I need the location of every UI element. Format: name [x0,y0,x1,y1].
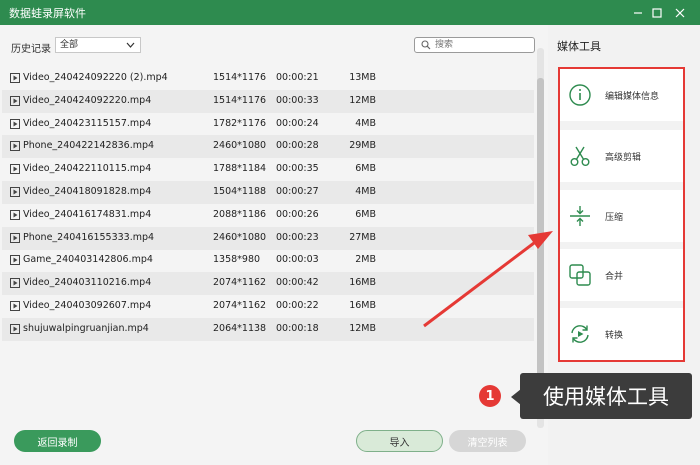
file-duration: 00:00:27 [276,186,319,197]
file-name: Video_240423115157.mp4 [23,117,152,129]
file-name: Phone_240416155333.mp4 [23,231,155,243]
file-row[interactable]: Video_240424092220.mp4 1514*1176 00:00:33 1… [2,89,534,113]
file-row[interactable]: Video_240403092607.mp4 2074*1162 00:00:22 1… [2,295,534,318]
file-name: shujuwalpingruanjian.mp4 [23,322,149,334]
file-row[interactable]: Video_240403110216.mp4 2074*1162 00:00:42 1… [2,272,534,296]
maximize-button[interactable] [645,0,669,25]
search-icon [421,40,431,50]
close-icon [675,8,685,17]
file-name: Video_240403092607.mp4 [23,300,152,311]
import-button[interactable]: 导入 [356,430,443,452]
file-size: 16MB [349,277,376,289]
video-file-icon [10,187,20,197]
file-size: 4MB [355,186,376,197]
file-duration: 00:00:28 [276,140,319,152]
file-row[interactable]: Phone_240416155333.mp4 2460*1080 00:00:23 2… [2,226,534,250]
list-scrollbar[interactable] [537,48,544,428]
file-duration: 00:00:33 [276,94,319,106]
video-file-icon [10,141,20,152]
video-file-icon [10,73,20,83]
file-duration: 00:00:24 [276,117,319,129]
file-size: 2MB [355,254,376,266]
file-size: 29MB [349,140,376,152]
file-name: Video_240424092220 (2).mp4 [23,72,168,83]
file-size: 13MB [349,72,376,83]
main-panel: 历史记录 全部 Video_240424092220 (2).mp4 1514*1… [0,25,548,465]
file-name: Video_240422110115.mp4 [23,163,152,175]
file-row[interactable]: Video_240418091828.mp4 1504*1188 00:00:27 4… [2,181,534,204]
file-resolution: 1514*1176 [213,94,267,106]
file-name: Phone_240422142836.mp4 [23,140,155,152]
file-size: 4MB [355,117,376,129]
video-file-icon [10,232,20,243]
file-name: Game_240403142806.mp4 [23,254,153,266]
file-resolution: 1788*1184 [213,163,267,175]
video-file-icon [10,118,20,129]
file-row[interactable]: Phone_240422142836.mp4 2460*1080 00:00:28 2… [2,135,534,159]
file-resolution: 2074*1162 [213,300,267,311]
video-file-icon [10,323,20,334]
video-file-icon [10,164,20,175]
title-bar: 数据蛙录屏软件 [0,0,700,25]
file-duration: 00:00:35 [276,163,319,175]
history-label: 历史记录 [11,44,51,55]
video-file-icon [10,209,20,220]
video-file-icon [10,301,20,311]
search-box[interactable] [414,37,535,53]
file-size: 6MB [355,208,376,220]
chevron-down-icon [126,42,135,48]
scrollbar-thumb[interactable] [537,78,544,388]
file-name: Video_240416174831.mp4 [23,208,152,220]
history-filter-select[interactable]: 全部 [55,37,141,53]
file-name: Video_240418091828.mp4 [23,186,152,197]
file-duration: 00:00:26 [276,208,319,220]
file-row[interactable]: Video_240423115157.mp4 1782*1176 00:00:24 4… [2,113,534,136]
video-file-icon [10,278,20,289]
search-input[interactable] [435,39,525,51]
file-size: 12MB [349,322,376,334]
file-resolution: 2088*1186 [213,208,267,220]
window-title: 数据蛙录屏软件 [9,7,86,20]
minimize-icon [634,11,642,14]
file-name: Video_240403110216.mp4 [23,277,152,289]
back-to-recording-button[interactable]: 返回录制 [14,430,101,452]
file-size: 6MB [355,163,376,175]
file-size: 12MB [349,94,376,106]
file-resolution: 1358*980 [213,254,261,266]
file-row[interactable]: Video_240424092220 (2).mp4 1514*1176 00:00… [2,67,534,90]
file-resolution: 2460*1080 [213,231,267,243]
file-resolution: 2460*1080 [213,140,267,152]
file-row[interactable]: Video_240416174831.mp4 2088*1186 00:00:26 6… [2,204,534,227]
media-tools-highlight-frame [558,67,685,362]
file-resolution: 1782*1176 [213,117,267,129]
file-resolution: 1504*1188 [213,186,267,197]
media-tools-title: 媒体工具 [557,40,601,53]
step-badge: 1 [479,385,501,407]
file-duration: 00:00:21 [276,72,319,83]
file-duration: 00:00:03 [276,254,319,266]
maximize-icon [652,7,662,18]
history-filter-value: 全部 [60,40,79,50]
file-duration: 00:00:22 [276,300,319,311]
file-duration: 00:00:42 [276,277,319,289]
file-list: Video_240424092220 (2).mp4 1514*1176 00:00… [2,67,534,367]
close-button[interactable] [668,0,692,25]
annotation-callout: 使用媒体工具 [520,373,692,419]
file-row[interactable]: Video_240422110115.mp4 1788*1184 00:00:35 6… [2,158,534,181]
file-resolution: 2074*1162 [213,277,267,289]
file-duration: 00:00:23 [276,231,319,243]
clear-list-button[interactable]: 清空列表 [449,430,526,452]
file-row[interactable]: shujuwalpingruanjian.mp4 2064*1138 00:00:1… [2,317,534,341]
file-duration: 00:00:18 [276,322,319,334]
file-size: 27MB [349,231,376,243]
file-size: 16MB [349,300,376,311]
file-resolution: 1514*1176 [213,72,267,83]
file-resolution: 2064*1138 [213,322,267,334]
video-file-icon [10,255,20,266]
video-file-icon [10,95,20,106]
file-name: Video_240424092220.mp4 [23,94,152,106]
file-row[interactable]: Game_240403142806.mp4 1358*980 00:00:03 2MB [2,249,534,272]
